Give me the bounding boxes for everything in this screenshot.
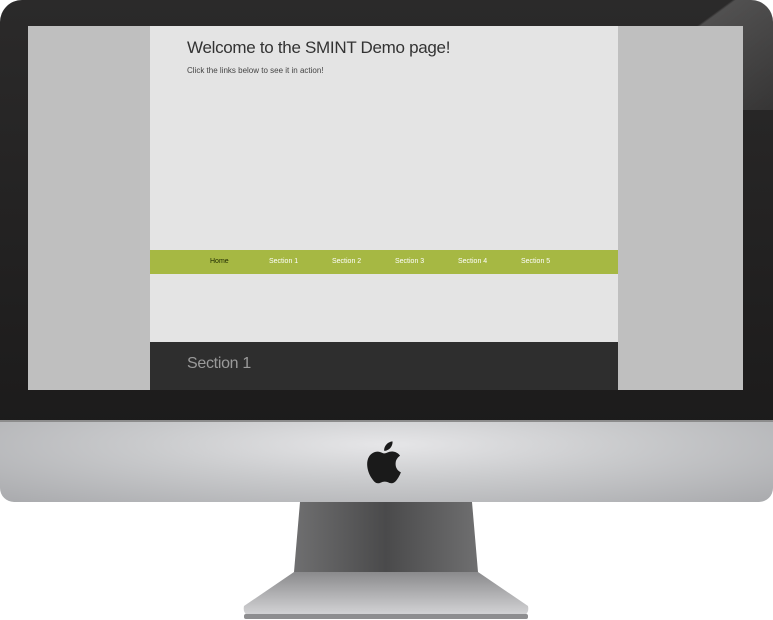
nav-link-section-1[interactable]: Section 1 <box>269 250 298 274</box>
apple-logo-icon <box>367 441 401 484</box>
nav-link-section-5[interactable]: Section 5 <box>521 250 550 274</box>
section-1-block: Section 1 <box>150 342 618 390</box>
nav-link-section-2[interactable]: Section 2 <box>332 250 361 274</box>
section-title: Section 1 <box>187 355 252 372</box>
page-title: Welcome to the SMINT Demo page! <box>187 38 451 57</box>
sticky-nav-bar: Home Section 1 Section 2 Section 3 Secti… <box>150 250 618 274</box>
nav-link-home[interactable]: Home <box>210 250 229 274</box>
page-subtitle: Click the links below to see it in actio… <box>187 66 324 75</box>
monitor-screen: Welcome to the SMINT Demo page! Click th… <box>28 26 743 390</box>
nav-link-section-3[interactable]: Section 3 <box>395 250 424 274</box>
demo-page: Welcome to the SMINT Demo page! Click th… <box>150 26 618 390</box>
nav-link-section-4[interactable]: Section 4 <box>458 250 487 274</box>
chin-divider <box>0 420 773 422</box>
monitor-stand <box>243 502 529 619</box>
monitor-bezel: Welcome to the SMINT Demo page! Click th… <box>0 0 773 430</box>
